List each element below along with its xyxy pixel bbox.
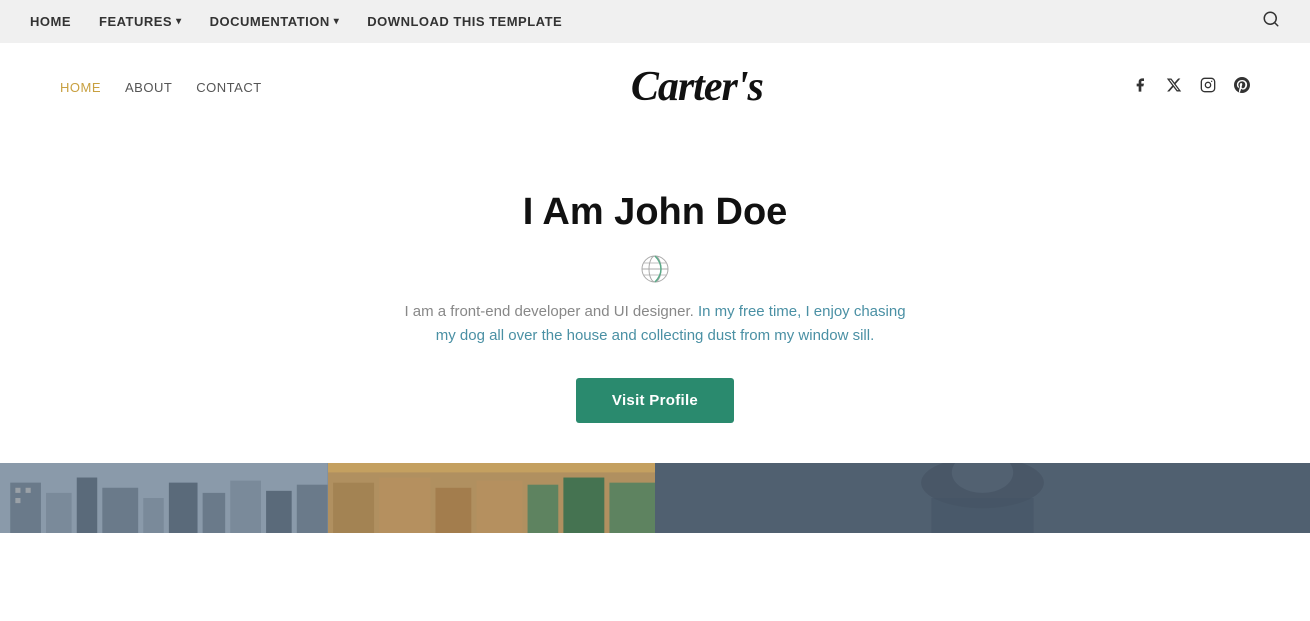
features-chevron-icon: ▾: [176, 16, 182, 27]
top-nav-home[interactable]: HOME: [30, 14, 71, 29]
social-icons-group: [1132, 77, 1250, 98]
top-nav-links: HOME FEATURES ▾ DOCUMENTATION ▾ DOWNLOAD…: [30, 14, 562, 29]
site-logo[interactable]: Carter's: [631, 63, 763, 111]
image-strip: [0, 463, 1310, 533]
hero-title: I Am John Doe: [523, 191, 788, 234]
top-nav-documentation[interactable]: DOCUMENTATION ▾: [210, 14, 340, 29]
top-nav-features[interactable]: FEATURES ▾: [99, 14, 182, 29]
top-nav-download[interactable]: DOWNLOAD THIS TEMPLATE: [367, 14, 562, 29]
hero-section: I Am John Doe I am a front-end developer…: [0, 131, 1310, 463]
pinterest-icon[interactable]: [1234, 77, 1250, 98]
image-buildings-left: [0, 463, 328, 533]
hero-desc-part1: I am a front-end developer and UI design…: [404, 303, 693, 320]
visit-profile-button[interactable]: Visit Profile: [576, 378, 734, 423]
search-icon[interactable]: [1262, 10, 1280, 33]
documentation-chevron-icon: ▾: [334, 16, 340, 27]
header-nav: HOME ABOUT CONTACT: [60, 80, 262, 95]
twitter-x-icon[interactable]: [1166, 77, 1182, 98]
globe-icon: [640, 254, 670, 284]
site-header: HOME ABOUT CONTACT Carter's: [0, 43, 1310, 131]
top-navbar: HOME FEATURES ▾ DOCUMENTATION ▾ DOWNLOAD…: [0, 0, 1310, 43]
header-nav-contact[interactable]: CONTACT: [196, 80, 261, 95]
instagram-icon[interactable]: [1200, 77, 1216, 98]
image-person-right: [655, 463, 1310, 533]
hero-description: I am a front-end developer and UI design…: [395, 300, 915, 348]
image-buildings-center: [328, 463, 656, 533]
header-nav-home[interactable]: HOME: [60, 80, 101, 95]
header-nav-about[interactable]: ABOUT: [125, 80, 172, 95]
facebook-icon[interactable]: [1132, 77, 1148, 98]
